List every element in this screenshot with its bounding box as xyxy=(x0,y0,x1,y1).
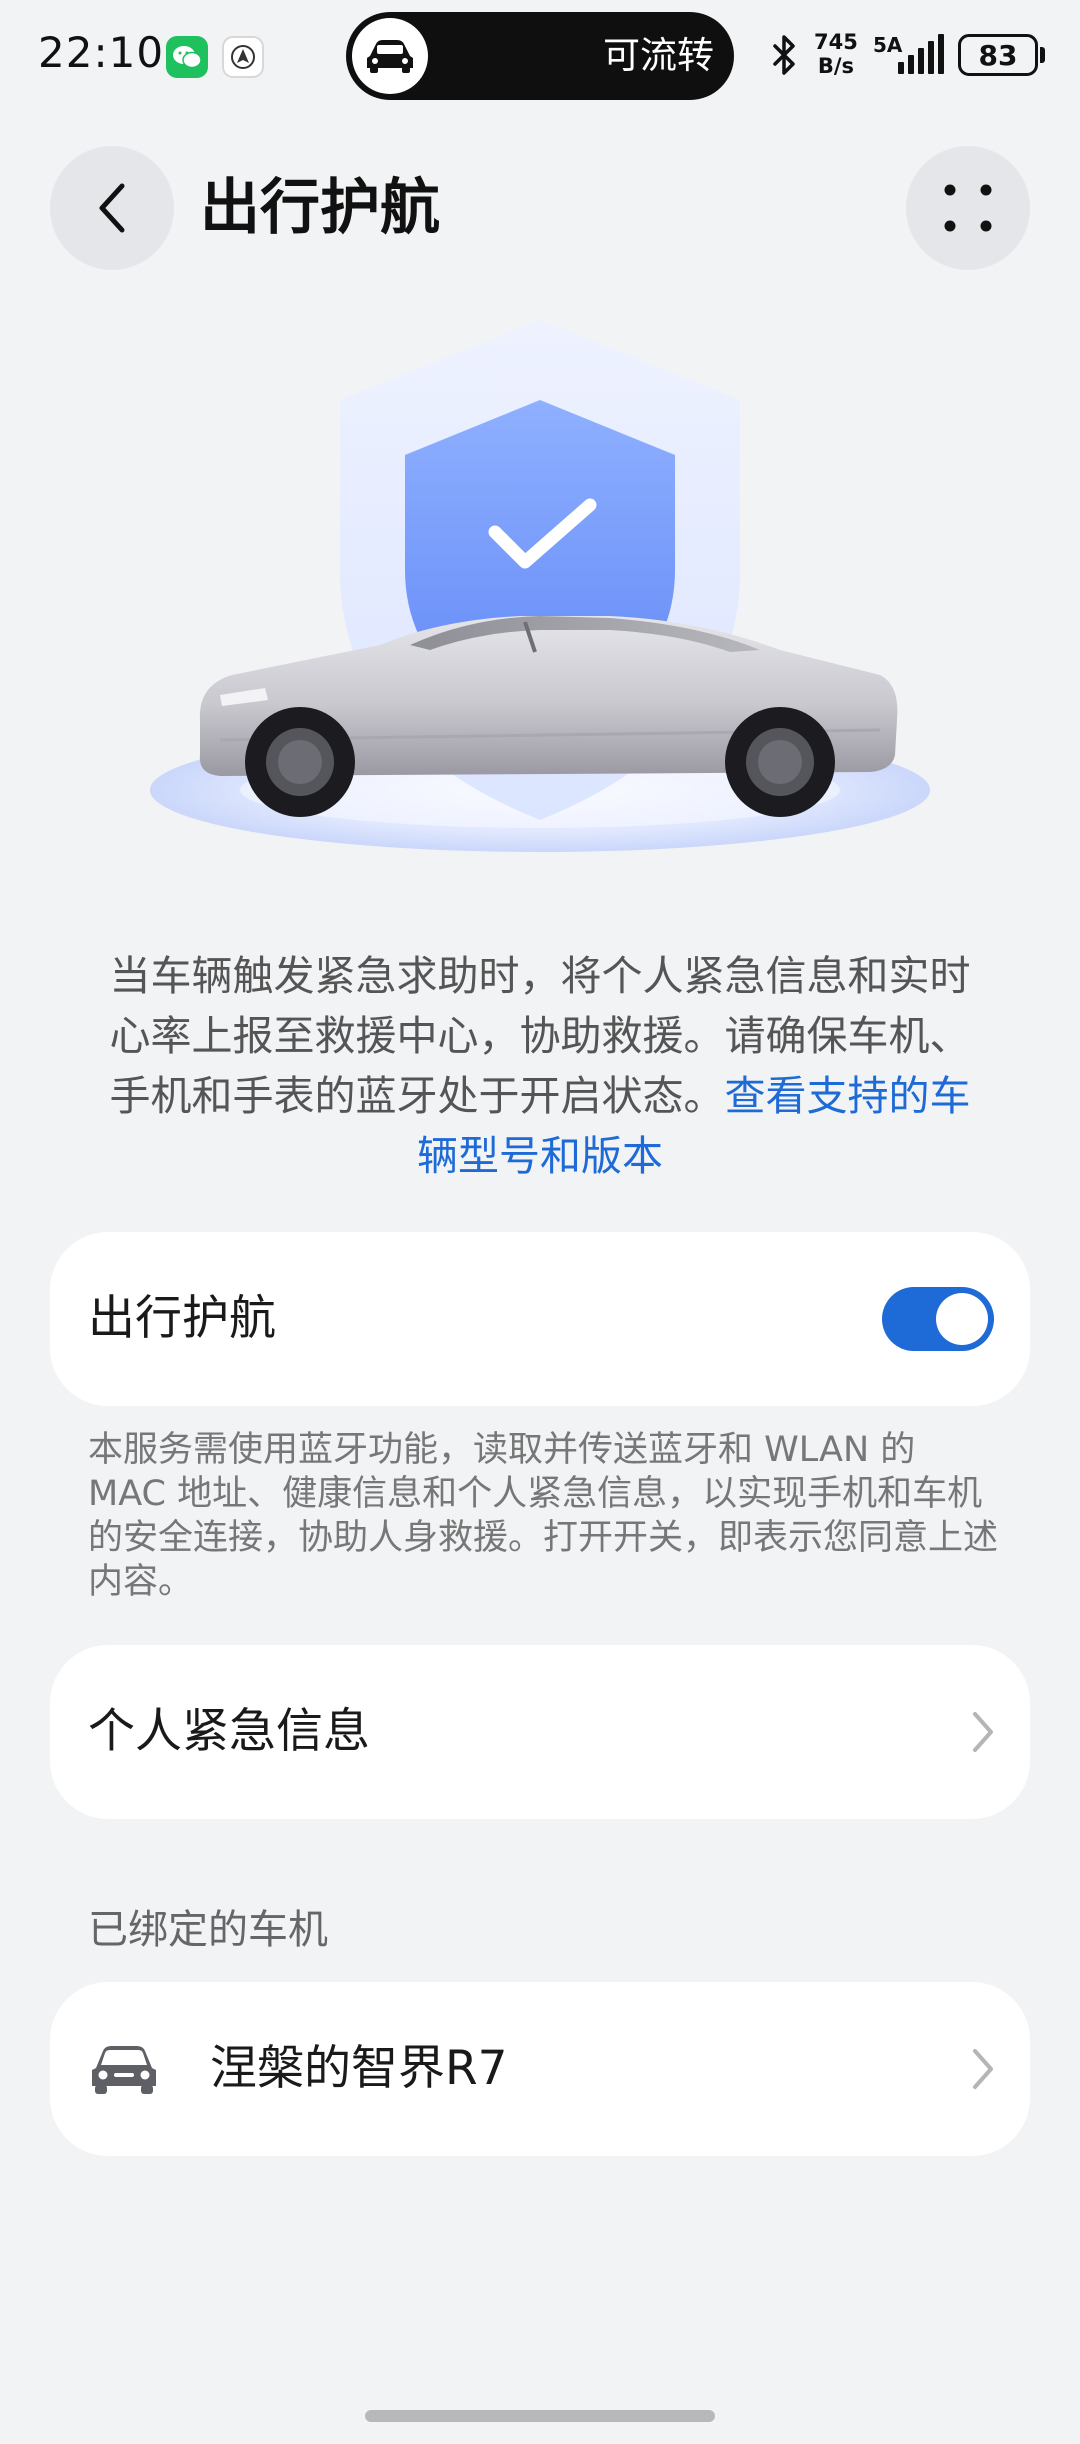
live-activity-text: 可流转 xyxy=(603,34,714,77)
chevron-left-icon xyxy=(99,183,125,233)
signal-strength-icon xyxy=(898,34,944,74)
car-icon xyxy=(352,18,428,94)
back-button[interactable] xyxy=(50,146,174,270)
car-icon xyxy=(92,2046,156,2094)
more-options-button[interactable] xyxy=(906,146,1030,270)
chevron-right-icon xyxy=(973,2049,993,2089)
live-activity-pill[interactable]: 可流转 xyxy=(346,12,734,100)
navigation-app-notification-icon xyxy=(222,36,264,78)
protection-hero-illustration xyxy=(150,320,930,852)
network-speed: 745 B/s xyxy=(814,30,858,78)
home-indicator[interactable] xyxy=(365,2410,715,2422)
bluetooth-icon xyxy=(773,35,795,75)
personal-emergency-info-item[interactable]: 个人紧急信息 xyxy=(50,1645,1030,1819)
battery-cap xyxy=(1040,47,1045,63)
travel-protection-label: 出行护航 xyxy=(88,1291,276,1346)
four-dots-icon xyxy=(944,184,992,232)
personal-emergency-info-label: 个人紧急信息 xyxy=(88,1704,370,1759)
page-title: 出行护航 xyxy=(200,173,440,243)
travel-protection-toggle[interactable] xyxy=(882,1287,994,1351)
wechat-notification-icon xyxy=(166,36,208,78)
toggle-knob xyxy=(936,1293,988,1345)
net-speed-value: 745 xyxy=(814,30,858,54)
privacy-notice: 本服务需使用蓝牙功能，读取并传送蓝牙和 WLAN 的 MAC 地址、健康信息和个… xyxy=(88,1430,999,1602)
service-description: 当车辆触发紧急求助时，将个人紧急信息和实时心率上报至救援中心，协助救援。请确保车… xyxy=(90,946,990,1186)
net-speed-unit: B/s xyxy=(817,54,855,78)
status-bar: 22:10 可流转 745 B/s 5A 83 xyxy=(0,0,1080,110)
chevron-right-icon xyxy=(973,1712,993,1752)
battery-icon: 83 xyxy=(958,34,1038,76)
bound-vehicle-item[interactable]: 涅槃的智界R7 xyxy=(50,1982,1030,2156)
bound-vehicles-section-title: 已绑定的车机 xyxy=(88,1907,328,1953)
travel-protection-card: 出行护航 xyxy=(50,1232,1030,1406)
battery-level: 83 xyxy=(978,38,1018,72)
vehicle-name: 涅槃的智界R7 xyxy=(210,2041,508,2096)
status-time: 22:10 xyxy=(38,28,165,77)
